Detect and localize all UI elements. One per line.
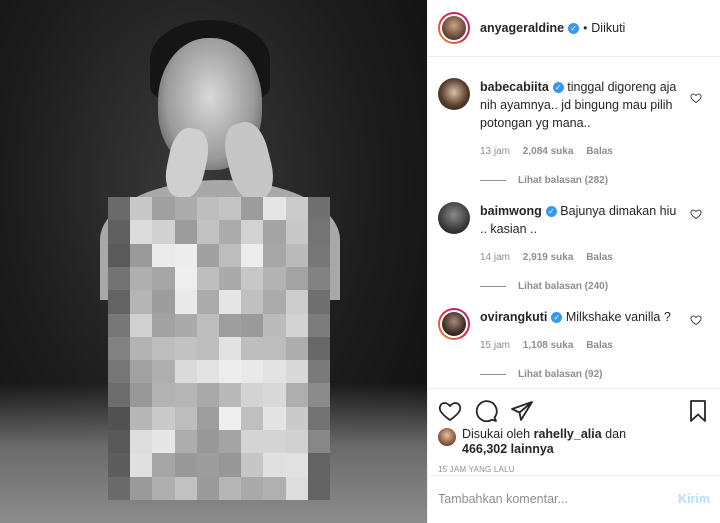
post-side-panel: anyageraldine ✓ • Diikuti babecabiita ✓ t… xyxy=(427,0,720,523)
comment-likes[interactable]: 1,108 suka xyxy=(523,340,574,351)
view-replies-label: Lihat balasan (282) xyxy=(518,175,609,186)
view-replies-button[interactable]: Lihat balasan (92) xyxy=(480,369,684,380)
bookmark-icon[interactable] xyxy=(686,399,710,423)
post-view: anyageraldine ✓ • Diikuti babecabiita ✓ t… xyxy=(0,0,720,523)
comment-time[interactable]: 14 jam xyxy=(480,252,510,263)
replies-line xyxy=(480,374,506,375)
likes-count[interactable]: 466,302 xyxy=(462,442,507,456)
likes-suffix[interactable]: lainnya xyxy=(511,442,554,456)
verified-badge-icon: ✓ xyxy=(551,312,563,324)
comment-heart-icon[interactable] xyxy=(690,208,702,220)
censor-mosaic xyxy=(108,197,330,500)
comment-body: babecabiita ✓ tinggal digoreng aja nih ay… xyxy=(480,62,684,132)
comment-item: babecabiita ✓ tinggal digoreng aja nih ay… xyxy=(428,62,720,186)
view-replies-label: Lihat balasan (92) xyxy=(518,369,603,380)
comment-time[interactable]: 13 jam xyxy=(480,146,510,157)
comment-item: baimwong ✓ Bajunya dimakan hiu .. kasian … xyxy=(428,186,720,292)
comment-heart-icon[interactable] xyxy=(690,92,702,104)
comment-input[interactable] xyxy=(438,491,679,506)
post-photo[interactable] xyxy=(0,0,427,523)
comment-icon[interactable] xyxy=(474,399,498,423)
comment-likes[interactable]: 2,919 suka xyxy=(523,252,574,263)
add-comment-bar: Kirim xyxy=(428,475,720,521)
post-header: anyageraldine ✓ • Diikuti xyxy=(428,0,720,57)
comment-likes[interactable]: 2,084 suka xyxy=(523,146,574,157)
replies-line xyxy=(480,286,506,287)
comment-item: ovirangkuti ✓ Milkshake vanilla ? 15 jam … xyxy=(428,292,720,380)
verified-badge-icon: ✓ xyxy=(545,206,557,218)
commenter-username[interactable]: baimwong xyxy=(480,204,542,218)
comments-list: babecabiita ✓ tinggal digoreng aja nih ay… xyxy=(428,62,720,388)
comment-meta: 13 jam 2,084 suka Balas xyxy=(480,146,684,157)
author-username[interactable]: anyageraldine xyxy=(480,21,564,35)
liked-and: dan xyxy=(605,427,627,441)
commenter-avatar[interactable] xyxy=(438,308,470,340)
commenter-username[interactable]: ovirangkuti xyxy=(480,310,547,324)
post-timestamp[interactable]: 15 JAM YANG LALU xyxy=(428,457,720,474)
verified-badge-icon: ✓ xyxy=(552,82,564,94)
post-actions: Disukai oleh rahelly_alia dan 466,302 la… xyxy=(428,388,720,520)
verified-badge-icon: ✓ xyxy=(568,22,580,34)
liked-by-row: Disukai oleh rahelly_alia dan 466,302 la… xyxy=(428,427,720,457)
comment-text: Milkshake vanilla ? xyxy=(565,310,671,324)
comment-time[interactable]: 15 jam xyxy=(480,340,510,351)
reply-button[interactable]: Balas xyxy=(586,252,613,263)
reply-button[interactable]: Balas xyxy=(586,146,613,157)
comment-body: baimwong ✓ Bajunya dimakan hiu .. kasian … xyxy=(480,186,684,238)
share-icon[interactable] xyxy=(510,399,534,423)
author-avatar[interactable] xyxy=(438,12,470,44)
reply-button[interactable]: Balas xyxy=(586,340,613,351)
liked-prefix: Disukai oleh xyxy=(462,427,531,441)
liker-avatar[interactable] xyxy=(438,428,456,446)
liked-by-text: Disukai oleh rahelly_alia dan 466,302 la… xyxy=(462,427,626,457)
replies-line xyxy=(480,180,506,181)
view-replies-button[interactable]: Lihat balasan (240) xyxy=(480,281,684,292)
separator-dot: • xyxy=(583,21,588,35)
comment-body: ovirangkuti ✓ Milkshake vanilla ? xyxy=(480,292,684,326)
comment-heart-icon[interactable] xyxy=(690,314,702,326)
commenter-avatar[interactable] xyxy=(438,78,470,110)
commenter-avatar[interactable] xyxy=(438,202,470,234)
comment-meta: 14 jam 2,919 suka Balas xyxy=(480,252,684,263)
action-icons-bar xyxy=(428,389,720,427)
view-replies-button[interactable]: Lihat balasan (282) xyxy=(480,175,684,186)
liker-username[interactable]: rahelly_alia xyxy=(534,427,602,441)
follow-status-button[interactable]: Diikuti xyxy=(591,21,625,35)
commenter-username[interactable]: babecabiita xyxy=(480,80,549,94)
heart-icon[interactable] xyxy=(438,399,462,423)
comment-meta: 15 jam 1,108 suka Balas xyxy=(480,340,684,351)
send-comment-button[interactable]: Kirim xyxy=(678,492,710,506)
view-replies-label: Lihat balasan (240) xyxy=(518,281,609,292)
